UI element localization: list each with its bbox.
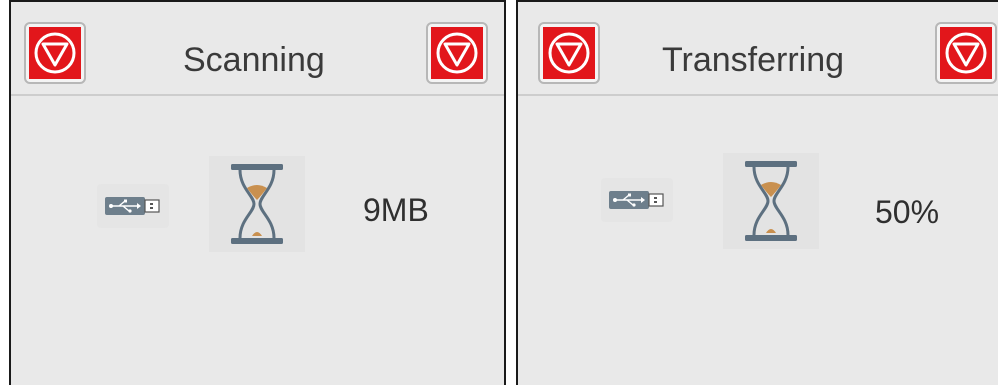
progress-value: 50% [875,194,940,230]
panel-title: Scanning [183,41,325,79]
panel-header: Scanning [11,2,504,96]
panel-header: Transferring [518,2,998,96]
stop-icon [543,27,595,79]
stop-button-right[interactable] [426,22,488,84]
transferring-panel: Transferring 50% [516,0,998,385]
hourglass-icon [209,156,305,252]
scanning-panel: Scanning 9MB [9,0,506,385]
stop-button-left[interactable] [538,22,600,84]
stop-icon [940,27,992,79]
progress-value: 9MB [363,192,429,228]
usb-drive-icon [97,184,169,228]
panel-title: Transferring [662,41,845,79]
usb-drive-icon [601,178,673,222]
stop-icon [431,27,483,79]
hourglass-icon [723,153,819,249]
stop-button-left[interactable] [24,22,86,84]
stop-button-right[interactable] [935,22,997,84]
stop-icon [29,27,81,79]
